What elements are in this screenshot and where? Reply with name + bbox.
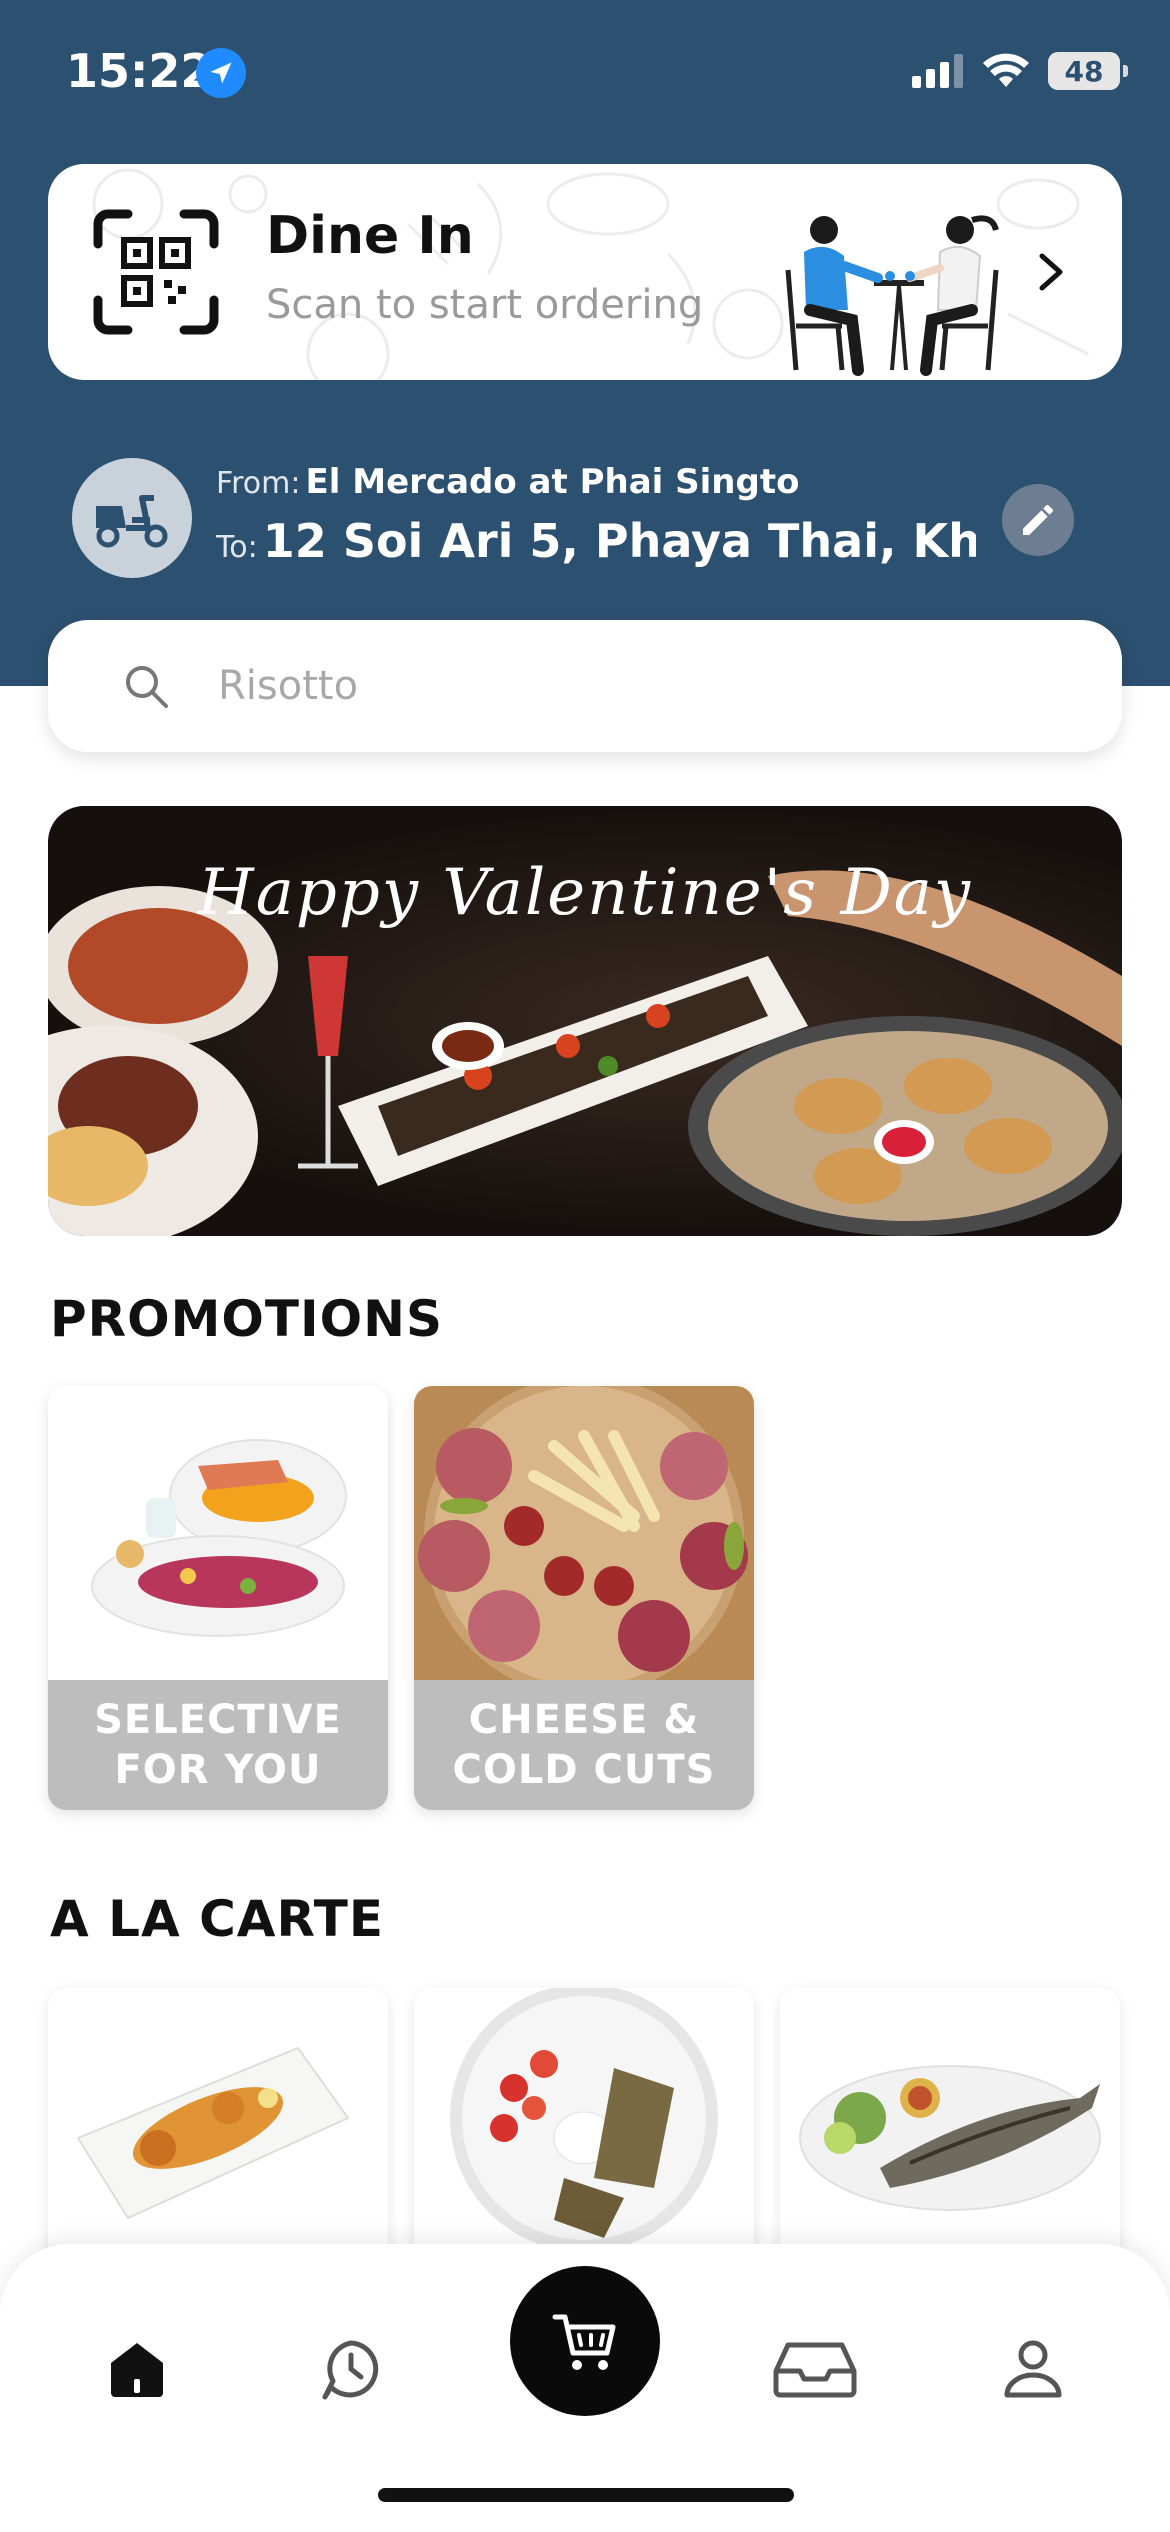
nav-inbox[interactable] [770, 2324, 860, 2414]
home-icon [111, 2343, 163, 2397]
search-bar[interactable] [48, 620, 1122, 752]
from-label: From: [216, 466, 301, 501]
profile-icon [1004, 2340, 1062, 2398]
promo-image-cheese [414, 1386, 754, 1680]
promo-image-selective [48, 1386, 388, 1680]
chevron-right-icon [1039, 253, 1063, 291]
dine-in-card[interactable]: Dine In Scan to start ordering [48, 164, 1122, 380]
pencil-icon [1023, 504, 1054, 535]
a-la-carte-heading: A LA CARTE [50, 1890, 384, 1948]
carte-image-burrata [414, 1988, 754, 2288]
carte-image-fish [780, 1988, 1120, 2288]
carte-image-fried [48, 1988, 388, 2288]
history-icon [322, 2340, 379, 2400]
from-value: El Mercado at Phai Singto [305, 462, 800, 502]
to-address[interactable]: To: 12 Soi Ari 5, Phaya Thai, Khe... [216, 514, 976, 568]
search-icon [126, 666, 168, 708]
nav-home[interactable] [92, 2324, 182, 2414]
status-time: 15:22 [66, 44, 213, 98]
qr-code-icon [93, 209, 219, 335]
promo-card-cheese[interactable]: CHEESE & COLD CUTS [414, 1386, 754, 1810]
carte-card-fish[interactable] [780, 1988, 1120, 2288]
inbox-icon [773, 2342, 857, 2398]
search-input[interactable] [218, 650, 1078, 722]
home-indicator [378, 2488, 794, 2502]
nav-profile[interactable] [988, 2324, 1078, 2414]
valentines-banner[interactable]: Happy Valentine's Day [48, 806, 1122, 1236]
to-label: To: [216, 530, 258, 565]
edit-address-button[interactable] [1002, 484, 1074, 556]
banner-title: Happy Valentine's Day [197, 856, 973, 930]
battery-icon: 48 [1048, 52, 1128, 90]
carte-card-fried[interactable] [48, 1988, 388, 2288]
dining-couple-illustration [785, 215, 999, 376]
to-value: 12 Soi Ari 5, Phaya Thai, Khe... [262, 514, 976, 568]
location-arrow-icon [196, 48, 246, 98]
nav-history[interactable] [306, 2324, 396, 2414]
from-address: From: El Mercado at Phai Singto [216, 462, 799, 502]
cart-icon [552, 2314, 616, 2370]
scooter-icon [72, 458, 192, 578]
promo-label-cheese: CHEESE & COLD CUTS [414, 1680, 754, 1810]
carte-card-burrata[interactable] [414, 1988, 754, 2288]
status-indicators: 48 [912, 52, 1128, 90]
status-bar: 15:22 48 [0, 0, 1170, 150]
promo-label-selective: SELECTIVE FOR YOU [48, 1680, 388, 1810]
promo-card-selective[interactable]: SELECTIVE FOR YOU [48, 1386, 388, 1810]
cart-button[interactable] [510, 2266, 660, 2416]
wifi-icon [983, 53, 1029, 87]
promotions-heading: PROMOTIONS [50, 1290, 443, 1348]
dine-in-subtitle: Scan to start ordering [266, 282, 704, 328]
dine-in-title: Dine In [266, 206, 474, 266]
signal-icon [912, 54, 963, 88]
